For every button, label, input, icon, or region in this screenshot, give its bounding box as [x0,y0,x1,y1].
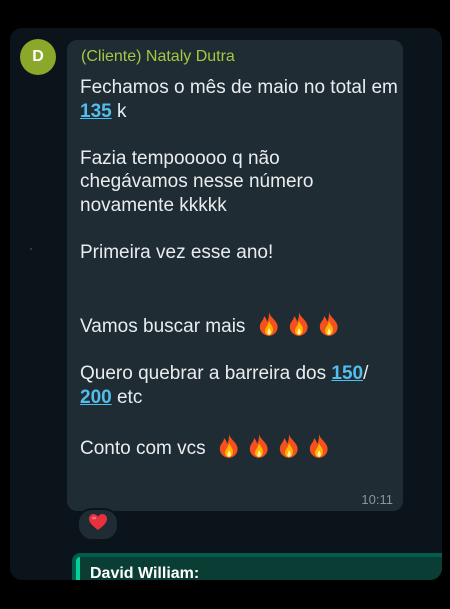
fire-emoji-icon [217,433,241,459]
avatar-initial: D [32,48,44,65]
message-line: Primeira vez esse ano! [80,241,274,263]
message-line: Quero quebrar a barreira dos [80,363,327,384]
message-line: Fazia tempooooo q não [80,147,280,169]
chat-screen: D (Cliente) Nataly Dutra Fechamos o mês … [10,28,442,580]
fire-emoji-icon [277,433,301,459]
avatar[interactable]: D [20,39,56,75]
message-timestamp: 10:11 [361,492,393,507]
fire-emoji-icon [317,311,341,337]
message-line: Fechamos o mês de maio no total [80,77,367,98]
outgoing-message-bubble[interactable]: David William: [72,553,442,580]
message-line: chegávamos nesse número [80,171,314,192]
fire-emoji-icon [257,311,281,337]
fire-emoji-icon [287,311,311,337]
message-line: em [371,77,398,98]
message-line: etc [116,386,143,408]
number-link-200[interactable]: 200 [80,387,112,408]
number-link-135[interactable]: 135 [80,101,112,122]
message-text: Fechamos o mês de maio no total em 135 k… [80,76,398,460]
background-dot [30,248,32,250]
sender-name[interactable]: (Cliente) Nataly Dutra [81,48,235,66]
quoted-sender-name: David William: [90,565,200,580]
quoted-reply[interactable]: David William: [76,557,442,580]
message-line: Vamos buscar mais [80,316,246,337]
number-link-150[interactable]: 150 [331,363,363,384]
message-line: k [116,100,127,122]
message-line: novamente kkkkk [80,194,227,216]
heart-emoji-icon [88,513,108,536]
slash-text: / [363,363,369,384]
reaction-badge[interactable] [77,508,119,541]
fire-emoji-icon [247,433,271,459]
message-line: Conto com vcs [80,437,206,459]
fire-emoji-icon [307,433,331,459]
incoming-message-bubble[interactable]: (Cliente) Nataly Dutra Fechamos o mês de… [67,40,403,511]
